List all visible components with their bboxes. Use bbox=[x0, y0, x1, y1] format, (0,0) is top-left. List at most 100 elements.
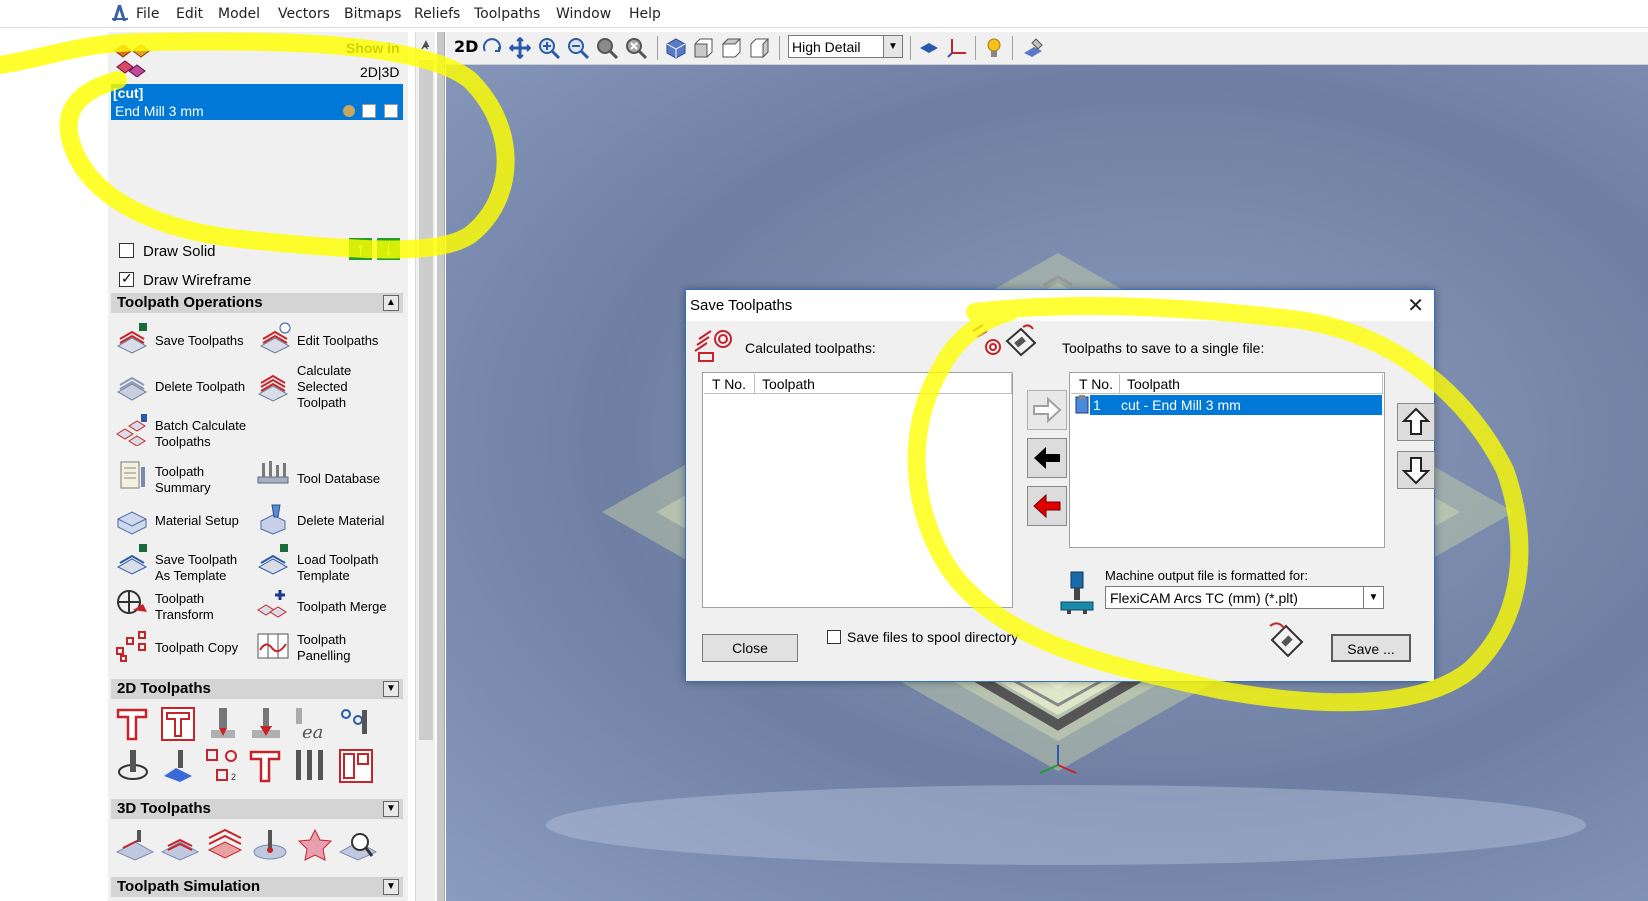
iso-view-icon[interactable] bbox=[665, 37, 687, 59]
close-icon[interactable]: ✕ bbox=[1407, 293, 1424, 318]
menu-window[interactable]: Window bbox=[556, 6, 611, 22]
spool-directory-checkbox[interactable] bbox=[827, 630, 841, 644]
material-setup-label[interactable]: Material Setup bbox=[155, 513, 239, 529]
column-divider[interactable] bbox=[1382, 374, 1383, 394]
move-up-button[interactable] bbox=[1397, 403, 1435, 441]
delete-toolpath-icon[interactable] bbox=[115, 370, 149, 402]
draw-wireframe-option[interactable]: Draw Wireframe bbox=[119, 270, 251, 289]
save-template-icon[interactable] bbox=[115, 543, 149, 575]
scrollbar-thumb[interactable] bbox=[419, 60, 433, 740]
menu-reliefs[interactable]: Reliefs bbox=[414, 6, 460, 22]
nesting-toolpath-icon[interactable]: 2 bbox=[205, 748, 241, 784]
drilling-toolpath-icon[interactable] bbox=[205, 706, 241, 742]
fluting-toolpath-icon[interactable] bbox=[338, 706, 374, 742]
menu-model[interactable]: Model bbox=[218, 6, 260, 22]
machine-format-dropdown[interactable]: FlexiCAM Arcs TC (mm) (*.plt) ▼ bbox=[1105, 586, 1384, 609]
load-template-icon[interactable] bbox=[256, 543, 290, 575]
toolpath-panelling-label-2[interactable]: Panelling bbox=[297, 648, 351, 664]
save-template-label-1[interactable]: Save Toolpath bbox=[155, 552, 237, 568]
delete-material-label[interactable]: Delete Material bbox=[297, 513, 384, 529]
collapse-section-icon[interactable]: ▲ bbox=[383, 295, 399, 311]
pocket-toolpath-icon[interactable] bbox=[160, 706, 196, 742]
load-template-label-1[interactable]: Load Toolpath bbox=[297, 552, 378, 568]
zoom-out-icon[interactable] bbox=[567, 37, 589, 59]
show-3d-toggle[interactable] bbox=[384, 104, 398, 118]
menu-file[interactable]: File bbox=[136, 6, 159, 22]
material-setup-icon[interactable] bbox=[115, 503, 149, 535]
col-toolpath[interactable]: Toolpath bbox=[1127, 376, 1180, 392]
save-toolpaths-list[interactable]: T No. Toolpath 1 cut - End Mill 3 mm bbox=[1069, 372, 1385, 548]
batch-calculate-label-2[interactable]: Toolpaths bbox=[155, 434, 211, 450]
finishing-toolpath-icon[interactable] bbox=[160, 828, 200, 862]
add-to-save-button[interactable] bbox=[1027, 390, 1067, 430]
engraving-toolpath-icon[interactable]: ea bbox=[292, 706, 328, 742]
move-down-icon[interactable]: ↓ bbox=[377, 238, 400, 260]
view-settings-icon[interactable] bbox=[1022, 37, 1044, 59]
toolpath-summary-label-2[interactable]: Summary bbox=[155, 480, 211, 496]
delete-material-icon[interactable] bbox=[256, 503, 290, 535]
toolpath-merge-label[interactable]: Toolpath Merge bbox=[297, 599, 387, 615]
toolpath-panelling-label-1[interactable]: Toolpath bbox=[297, 632, 346, 648]
side-view-icon[interactable] bbox=[748, 37, 770, 59]
chevron-down-icon[interactable]: ▼ bbox=[1363, 587, 1383, 608]
move-down-button[interactable] bbox=[1397, 451, 1435, 489]
save-toolpaths-label[interactable]: Save Toolpaths bbox=[155, 333, 244, 349]
section-toolpath-operations[interactable]: Toolpath Operations ▲ bbox=[111, 293, 403, 313]
col-tno[interactable]: T No. bbox=[712, 376, 746, 392]
toolpath-transform-label-2[interactable]: Transform bbox=[155, 607, 214, 623]
section-2d-toolpaths[interactable]: 2D Toolpaths ▼ bbox=[111, 679, 403, 699]
material-view-icon[interactable] bbox=[918, 37, 940, 59]
toolpath-panelling-icon[interactable] bbox=[256, 630, 290, 662]
pan-view-icon[interactable] bbox=[509, 37, 531, 59]
save-toolpaths-icon[interactable] bbox=[115, 322, 149, 354]
edit-toolpaths-icon[interactable] bbox=[258, 322, 292, 354]
toolpath-copy-label[interactable]: Toolpath Copy bbox=[155, 640, 238, 656]
toolpath-merge-icon[interactable] bbox=[256, 588, 290, 620]
panel-splitter[interactable] bbox=[437, 32, 445, 901]
collapse-icon[interactable]: ⌃ bbox=[418, 42, 431, 62]
batch-calculate-label-1[interactable]: Batch Calculate bbox=[155, 418, 246, 434]
expand-section-icon[interactable]: ▼ bbox=[383, 801, 399, 817]
draw-solid-option[interactable]: Draw Solid bbox=[119, 243, 216, 260]
zoom-box-icon[interactable] bbox=[596, 37, 618, 59]
toolpath-transform-icon[interactable] bbox=[115, 586, 149, 618]
2d-view-button[interactable]: 2D bbox=[454, 37, 478, 56]
load-template-label-2[interactable]: Template bbox=[297, 568, 350, 584]
toolpath-summary-icon[interactable] bbox=[115, 459, 149, 491]
close-button[interactable]: Close bbox=[702, 634, 798, 662]
save-button[interactable]: Save ... bbox=[1331, 634, 1411, 662]
zoom-in-icon[interactable] bbox=[538, 37, 560, 59]
section-3d-toolpaths[interactable]: 3D Toolpaths ▼ bbox=[111, 799, 403, 819]
toolpath-summary-label-1[interactable]: Toolpath bbox=[155, 464, 204, 480]
rotate-view-icon[interactable] bbox=[481, 37, 503, 59]
toolpath-list-item-cut[interactable]: [cut] End Mill 3 mm bbox=[111, 84, 403, 120]
tool-database-label[interactable]: Tool Database bbox=[297, 471, 380, 487]
axis-view-icon[interactable] bbox=[946, 37, 968, 59]
column-divider[interactable] bbox=[1119, 374, 1120, 394]
v-carving-toolpath-icon[interactable] bbox=[248, 706, 284, 742]
table-row[interactable]: 1 cut - End Mill 3 mm bbox=[1090, 395, 1382, 415]
toolpath-color-swatch[interactable] bbox=[343, 105, 355, 117]
menu-bitmaps[interactable]: Bitmaps bbox=[344, 6, 401, 22]
inspect-toolpath-icon[interactable] bbox=[338, 828, 378, 862]
menu-vectors[interactable]: Vectors bbox=[278, 6, 330, 22]
draw-wireframe-checkbox[interactable] bbox=[119, 270, 134, 287]
menu-help[interactable]: Help bbox=[629, 6, 661, 22]
column-divider[interactable] bbox=[1011, 374, 1012, 394]
calculated-toolpaths-list[interactable]: T No. Toolpath bbox=[702, 372, 1013, 608]
render-detail-dropdown[interactable]: High Detail ▼ bbox=[788, 35, 903, 58]
project-toolpath-icon[interactable] bbox=[250, 828, 290, 862]
toolpath-transform-label-1[interactable]: Toolpath bbox=[155, 591, 204, 607]
edit-toolpaths-label[interactable]: Edit Toolpaths bbox=[297, 333, 378, 349]
calculate-selected-icon[interactable] bbox=[256, 370, 290, 402]
front-view-icon[interactable] bbox=[692, 37, 714, 59]
toolpath-copy-icon[interactable] bbox=[115, 630, 149, 662]
top-view-icon[interactable] bbox=[720, 37, 742, 59]
calculate-selected-label-1[interactable]: Calculate bbox=[297, 363, 351, 379]
panel-scrollbar[interactable]: ▲ bbox=[415, 32, 435, 901]
tool-database-icon[interactable] bbox=[256, 459, 290, 491]
column-divider[interactable] bbox=[754, 374, 755, 394]
multi-tool-toolpath-icon[interactable] bbox=[292, 748, 328, 784]
section-toolpath-simulation[interactable]: Toolpath Simulation ▼ bbox=[111, 877, 403, 897]
col-toolpath[interactable]: Toolpath bbox=[762, 376, 815, 392]
